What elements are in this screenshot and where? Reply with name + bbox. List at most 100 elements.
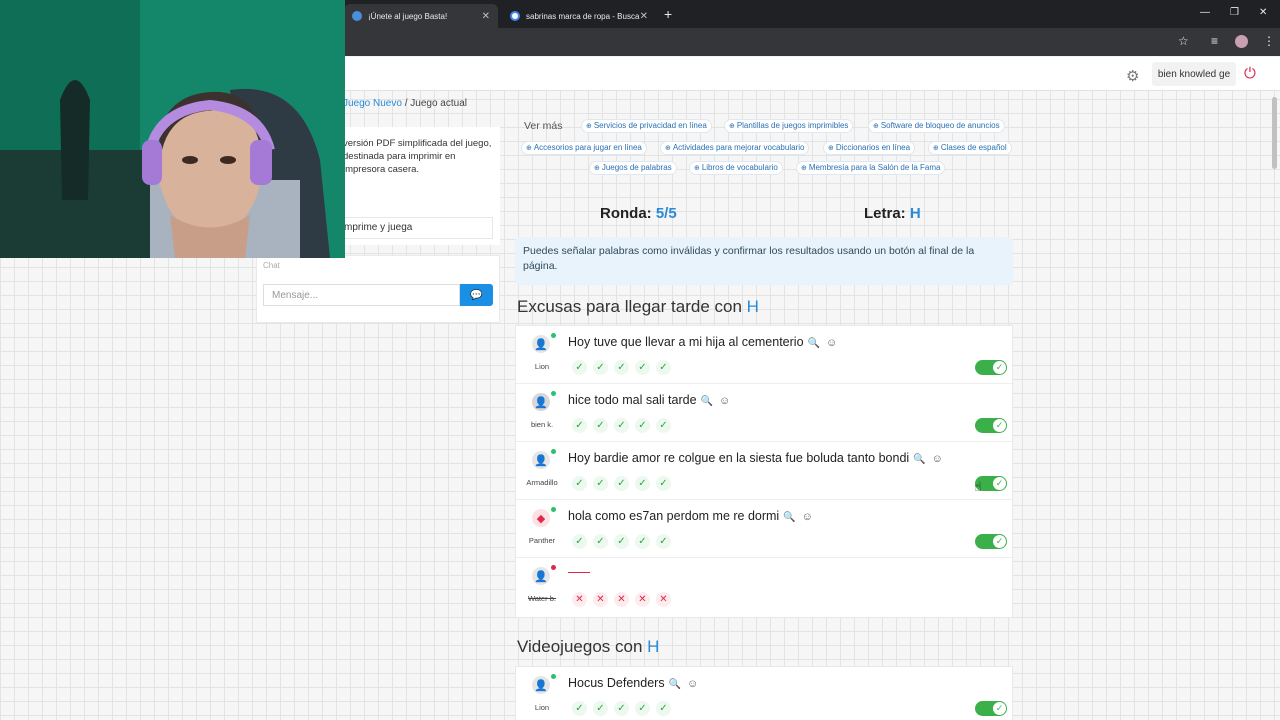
answer-value: Hocus Defenders (568, 676, 665, 690)
vote-cross-icon: ✕ (614, 592, 629, 607)
chat-message-input[interactable]: Mensaje... (263, 284, 460, 306)
search-icon[interactable]: 🔍 (701, 396, 713, 407)
browser-menu-icon[interactable]: ⋮ (1263, 34, 1275, 48)
related-link-chip[interactable]: Actividades para mejorar vocabulario (660, 141, 810, 155)
media-control-icon[interactable]: ≡ (1211, 34, 1218, 48)
valid-toggle[interactable] (975, 701, 1007, 716)
vote-check-icon: ✓ (593, 534, 608, 549)
vote-check-icon: ✓ (572, 360, 587, 375)
window-close-icon[interactable]: ✕ (1259, 7, 1267, 18)
webcam-image (0, 0, 345, 258)
tab-google-search[interactable]: sabrinas marca de ropa - Busca ✕ (502, 4, 656, 28)
user-icon: 👤 (532, 335, 550, 353)
answer-text: Hoy tuve que llevar a mi hija al cemente… (568, 335, 837, 349)
round-indicator: Ronda: 5/5 (600, 205, 677, 222)
see-more-label: Ver más (524, 120, 563, 132)
player-name: Lion (534, 362, 550, 371)
online-status-dot (551, 507, 556, 512)
info-alert: Puedes señalar palabras como inválidas y… (515, 237, 1013, 285)
breadcrumb-new-game[interactable]: Juego Nuevo (343, 98, 402, 109)
category-letter: H (647, 637, 660, 656)
related-link-chip[interactable]: Clases de español (928, 141, 1012, 155)
maximize-icon[interactable]: ❐ (1230, 7, 1239, 18)
logout-power-icon[interactable]: ⏻ (1244, 65, 1256, 82)
chat-send-button[interactable]: 💬 (460, 284, 493, 306)
chat-label: Chat (263, 261, 280, 270)
online-status-dot (551, 333, 556, 338)
related-link-chip[interactable]: Servicios de privacidad en línea (581, 119, 712, 133)
vote-check-icon: ✓ (572, 701, 587, 716)
vote-check-icon: ✓ (593, 360, 608, 375)
user-icon: 👤 (532, 567, 550, 585)
vote-check-icon: ✓ (656, 701, 671, 716)
answer-value: hice todo mal sali tarde (568, 393, 697, 407)
round-value: 5/5 (655, 205, 677, 222)
tab-basta[interactable]: ¡Únete al juego Basta! ✕ (344, 4, 498, 28)
vote-checks: ✓ ✓ ✓ ✓ ✓ (572, 534, 671, 549)
player-name: bien k. (530, 420, 554, 429)
answer-row: 👤 Water b. ✕ ✕ ✕ ✕ ✕ (516, 558, 1014, 616)
player-name: Water b. (527, 594, 557, 603)
emoji-react-icon[interactable]: ☺ (802, 511, 813, 523)
search-icon[interactable]: 🔍 (913, 454, 925, 465)
bookmark-star-icon[interactable]: ☆ (1178, 34, 1189, 48)
print-and-play-button[interactable]: mprime y juega (340, 217, 493, 239)
search-icon[interactable]: 🔍 (783, 512, 795, 523)
search-icon[interactable]: 🔍 (669, 679, 681, 690)
vote-check-icon: ✓ (656, 476, 671, 491)
related-link-chip[interactable]: Software de bloqueo de anuncios (868, 119, 1005, 133)
player-name: Armadillo (526, 478, 558, 487)
answer-row: 👤 Armadillo Hoy bardie amor re colgue en… (516, 442, 1014, 500)
answer-text: Hoy bardie amor re colgue en la siesta f… (568, 451, 943, 465)
related-link-chip[interactable]: Juegos de palabras (589, 161, 677, 175)
user-menu[interactable]: bien knowled ge (1152, 62, 1236, 86)
vote-check-icon: ✓ (614, 534, 629, 549)
vote-check-icon: ✓ (614, 476, 629, 491)
page-scrollbar[interactable] (1272, 97, 1277, 169)
offline-status-dot (551, 565, 556, 570)
related-link-chip[interactable]: Plantillas de juegos imprimibles (724, 119, 854, 133)
related-link-chip[interactable]: Diccionarios en línea (823, 141, 916, 155)
minimize-icon[interactable]: — (1200, 7, 1210, 18)
answer-text: hola como es7an perdom me re dormi 🔍 ☺ (568, 509, 813, 523)
online-status-dot (551, 391, 556, 396)
speech-bubble-icon: 💬 (470, 289, 483, 301)
answer-row: ◆ Panther hola como es7an perdom me re d… (516, 500, 1014, 558)
panther-avatar-icon: ◆ (532, 509, 550, 527)
valid-toggle[interactable] (975, 534, 1007, 549)
user-icon: 👤 (532, 676, 550, 694)
answer-value: hola como es7an perdom me re dormi (568, 509, 780, 523)
letter-indicator: Letra: H (864, 205, 921, 222)
emoji-react-icon[interactable]: ☺ (826, 337, 837, 349)
emoji-react-icon[interactable]: ☺ (719, 395, 730, 407)
new-tab-icon[interactable]: + (664, 6, 672, 22)
vote-cross-icon: ✕ (635, 592, 650, 607)
breadcrumb-separator: / (404, 98, 408, 109)
valid-toggle[interactable] (975, 418, 1007, 433)
vote-checks: ✓ ✓ ✓ ✓ ✓ (572, 418, 671, 433)
settings-gear-icon[interactable]: ⚙ (1126, 67, 1139, 85)
answer-text: hice todo mal sali tarde 🔍 ☺ (568, 393, 730, 407)
emoji-react-icon[interactable]: ☺ (932, 453, 943, 465)
emoji-react-icon[interactable]: ☺ (687, 678, 698, 690)
vote-check-icon: ✓ (635, 418, 650, 433)
valid-toggle[interactable] (975, 360, 1007, 375)
related-link-chip[interactable]: Accesorios para jugar en línea (521, 141, 647, 155)
search-icon[interactable]: 🔍 (808, 338, 820, 349)
related-link-chip[interactable]: Membresía para la Salón de la Fama (796, 161, 946, 175)
round-label: Ronda: (600, 205, 652, 222)
tab-close-icon[interactable]: ✕ (640, 11, 648, 22)
vote-check-icon: ✓ (572, 476, 587, 491)
profile-avatar[interactable] (1235, 35, 1248, 48)
vote-checks: ✓ ✓ ✓ ✓ ✓ (572, 476, 671, 491)
letter-value: H (909, 205, 921, 222)
vote-check-icon: ✓ (614, 360, 629, 375)
answer-row: 👤 Lion Hoy tuve que llevar a mi hija al … (516, 326, 1014, 384)
related-link-chip[interactable]: Libros de vocabulario (689, 161, 783, 175)
vote-check-icon: ✓ (614, 701, 629, 716)
answer-row: 👤 bien k. hice todo mal sali tarde 🔍 ☺ ✓ ✓ ✓… (516, 384, 1014, 442)
basta-favicon-icon (352, 11, 362, 21)
category-title-text: Excusas para llegar tarde con (517, 297, 742, 316)
tab-close-icon[interactable]: ✕ (482, 11, 490, 22)
tab-title: ¡Únete al juego Basta! (368, 11, 448, 21)
